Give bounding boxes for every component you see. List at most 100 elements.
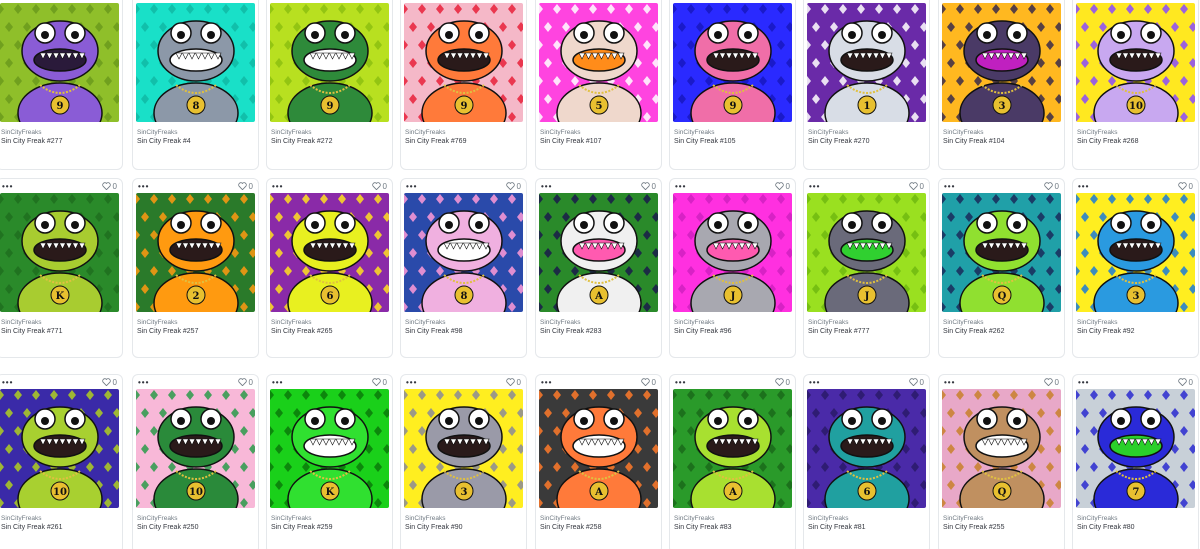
more-options-button[interactable]: ••• [541,378,552,387]
favorite-button[interactable]: 0 [774,378,790,387]
nft-name[interactable]: Sin City Freak #90 [405,523,522,533]
collection-name[interactable]: SinCityFreaks [137,128,254,137]
more-options-button[interactable]: ••• [138,182,149,191]
nft-name[interactable]: Sin City Freak #104 [943,137,1060,147]
collection-name[interactable]: SinCityFreaks [271,514,388,523]
more-options-button[interactable]: ••• [541,182,552,191]
nft-image[interactable]: 10 [136,389,255,508]
nft-name[interactable]: Sin City Freak #105 [674,137,791,147]
nft-image[interactable]: 9 [0,3,119,122]
nft-name[interactable]: Sin City Freak #4 [137,137,254,147]
nft-card[interactable]: •••010SinCityFreaksSin City Freak #268 [1072,0,1199,170]
more-options-button[interactable]: ••• [2,182,13,191]
favorite-button[interactable]: 0 [640,378,656,387]
nft-name[interactable]: Sin City Freak #262 [943,327,1060,337]
favorite-button[interactable]: 0 [505,378,521,387]
nft-name[interactable]: Sin City Freak #83 [674,523,791,533]
nft-card[interactable]: ••• 0 Q SinCityFreaks Sin City Freak #262 [938,178,1065,358]
collection-name[interactable]: SinCityFreaks [943,514,1060,523]
collection-name[interactable]: SinCityFreaks [271,318,388,327]
collection-name[interactable]: SinCityFreaks [540,318,657,327]
nft-card[interactable]: ••• 0 A SinCityFreaks Sin City Freak #258 [535,374,662,549]
favorite-button[interactable]: 0 [505,182,521,191]
nft-card[interactable]: ••• 0 6 SinCityFreaks Sin City Freak #81 [803,374,930,549]
nft-card[interactable]: ••• 0 3 SinCityFreaks Sin City Freak #90 [400,374,527,549]
more-options-button[interactable]: ••• [675,182,686,191]
nft-name[interactable]: Sin City Freak #96 [674,327,791,337]
collection-name[interactable]: SinCityFreaks [808,128,925,137]
collection-name[interactable]: SinCityFreaks [405,128,522,137]
more-options-button[interactable]: ••• [272,182,283,191]
collection-name[interactable]: SinCityFreaks [405,514,522,523]
nft-image[interactable]: 6 [270,193,389,312]
favorite-button[interactable]: 0 [371,378,387,387]
nft-card[interactable]: •••09SinCityFreaksSin City Freak #272 [266,0,393,170]
collection-name[interactable]: SinCityFreaks [1,128,118,137]
favorite-button[interactable]: 0 [371,182,387,191]
nft-image[interactable]: K [270,389,389,508]
favorite-button[interactable]: 0 [908,378,924,387]
nft-card[interactable]: ••• 0 7 SinCityFreaks Sin City Freak #80 [1072,374,1199,549]
nft-card[interactable]: ••• 0 K SinCityFreaks Sin City Freak #771 [0,178,123,358]
more-options-button[interactable]: ••• [2,378,13,387]
nft-image[interactable]: A [673,389,792,508]
collection-name[interactable]: SinCityFreaks [674,514,791,523]
nft-card[interactable]: ••• 0 3 SinCityFreaks Sin City Freak #92 [1072,178,1199,358]
nft-image[interactable]: J [807,193,926,312]
nft-card[interactable]: ••• 0 6 SinCityFreaks Sin City Freak #265 [266,178,393,358]
nft-card[interactable]: •••09SinCityFreaksSin City Freak #105 [669,0,796,170]
more-options-button[interactable]: ••• [138,378,149,387]
nft-name[interactable]: Sin City Freak #261 [1,523,118,533]
nft-card[interactable]: •••09SinCityFreaksSin City Freak #769 [400,0,527,170]
nft-card[interactable]: ••• 0 J SinCityFreaks Sin City Freak #777 [803,178,930,358]
nft-name[interactable]: Sin City Freak #81 [808,523,925,533]
nft-card[interactable]: ••• 0 J SinCityFreaks Sin City Freak #96 [669,178,796,358]
collection-name[interactable]: SinCityFreaks [540,514,657,523]
collection-name[interactable]: SinCityFreaks [943,318,1060,327]
nft-name[interactable]: Sin City Freak #265 [271,327,388,337]
collection-name[interactable]: SinCityFreaks [943,128,1060,137]
nft-name[interactable]: Sin City Freak #107 [540,137,657,147]
nft-image[interactable]: A [539,389,658,508]
nft-card[interactable]: ••• 0 Q SinCityFreaks Sin City Freak #255 [938,374,1065,549]
nft-image[interactable]: 10 [0,389,119,508]
nft-image[interactable]: Q [942,389,1061,508]
favorite-button[interactable]: 0 [1043,378,1059,387]
nft-name[interactable]: Sin City Freak #258 [540,523,657,533]
nft-card[interactable]: ••• 0 2 SinCityFreaks Sin City Freak #257 [132,178,259,358]
nft-name[interactable]: Sin City Freak #98 [405,327,522,337]
nft-name[interactable]: Sin City Freak #268 [1077,137,1194,147]
collection-name[interactable]: SinCityFreaks [271,128,388,137]
more-options-button[interactable]: ••• [675,378,686,387]
favorite-button[interactable]: 0 [237,182,253,191]
nft-image[interactable]: 7 [1076,389,1195,508]
more-options-button[interactable]: ••• [809,182,820,191]
nft-name[interactable]: Sin City Freak #250 [137,523,254,533]
nft-name[interactable]: Sin City Freak #771 [1,327,118,337]
more-options-button[interactable]: ••• [809,378,820,387]
collection-name[interactable]: SinCityFreaks [808,514,925,523]
nft-name[interactable]: Sin City Freak #777 [808,327,925,337]
nft-image[interactable]: A [539,193,658,312]
collection-name[interactable]: SinCityFreaks [1077,514,1194,523]
nft-name[interactable]: Sin City Freak #272 [271,137,388,147]
collection-name[interactable]: SinCityFreaks [1077,128,1194,137]
nft-image[interactable]: 3 [942,3,1061,122]
favorite-button[interactable]: 0 [908,182,924,191]
nft-image[interactable]: 3 [404,389,523,508]
nft-image[interactable]: 8 [404,193,523,312]
collection-name[interactable]: SinCityFreaks [1,514,118,523]
nft-image[interactable]: Q [942,193,1061,312]
nft-image[interactable]: 1 [807,3,926,122]
nft-image[interactable]: 9 [270,3,389,122]
nft-name[interactable]: Sin City Freak #80 [1077,523,1194,533]
collection-name[interactable]: SinCityFreaks [540,128,657,137]
collection-name[interactable]: SinCityFreaks [405,318,522,327]
nft-card[interactable]: •••01SinCityFreaksSin City Freak #270 [803,0,930,170]
more-options-button[interactable]: ••• [272,378,283,387]
more-options-button[interactable]: ••• [1078,378,1089,387]
collection-name[interactable]: SinCityFreaks [808,318,925,327]
nft-card[interactable]: ••• 0 8 SinCityFreaks Sin City Freak #98 [400,178,527,358]
nft-card[interactable]: ••• 0 A SinCityFreaks Sin City Freak #283 [535,178,662,358]
nft-card[interactable]: •••09SinCityFreaksSin City Freak #277 [0,0,123,170]
